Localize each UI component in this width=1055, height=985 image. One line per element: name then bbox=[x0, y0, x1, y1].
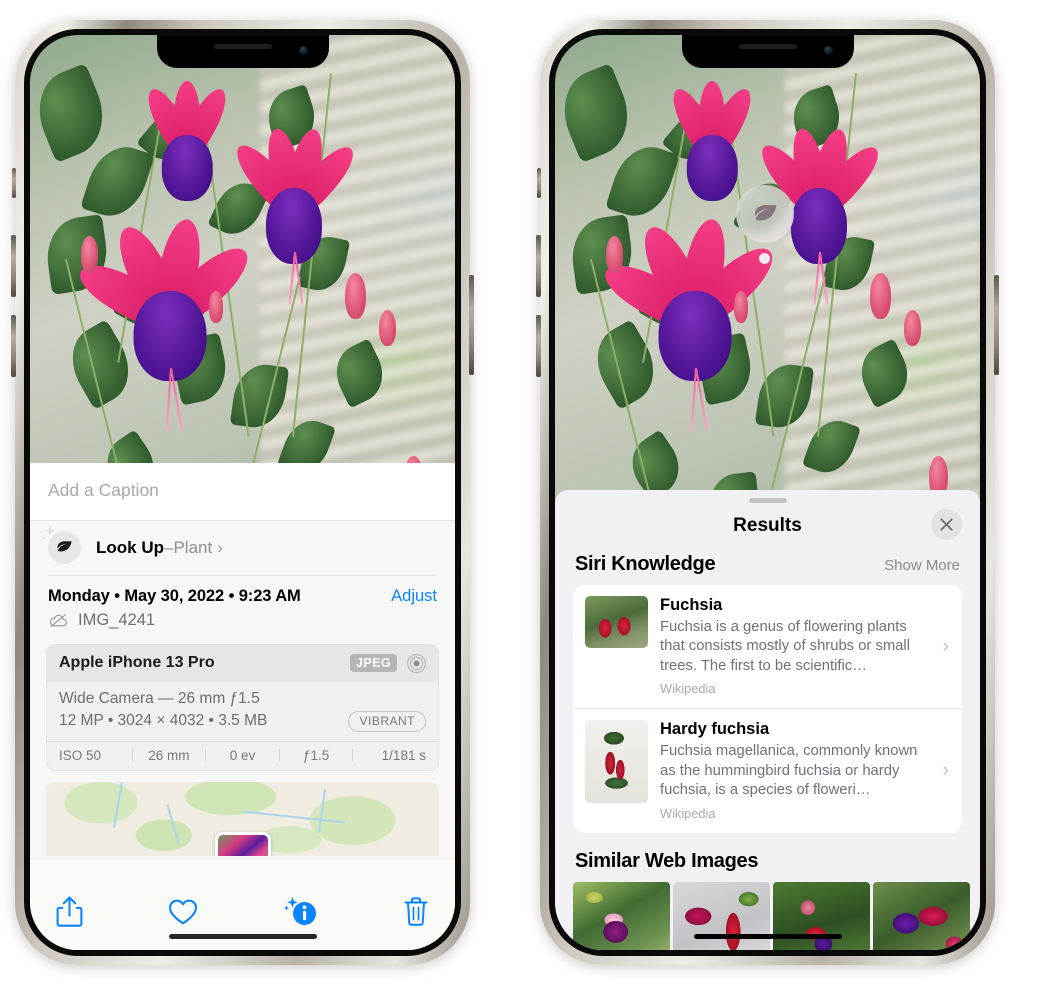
similar-web-images-strip[interactable] bbox=[555, 881, 980, 950]
device-notch bbox=[156, 35, 329, 68]
heart-icon bbox=[169, 899, 198, 924]
visual-look-up-badge[interactable] bbox=[736, 185, 794, 243]
knowledge-thumbnail bbox=[585, 596, 648, 648]
look-up-badge bbox=[41, 525, 81, 564]
look-up-title: Look Up bbox=[96, 537, 164, 557]
device-bezel: Results Siri Knowledge Show More Fuchsia… bbox=[549, 29, 986, 956]
info-sparkle-icon bbox=[283, 896, 316, 925]
icloud-slash-icon bbox=[49, 613, 67, 627]
exif-body: Wide Camera — 26 mm ƒ1.5 12 MP • 3024 × … bbox=[47, 682, 438, 741]
screenshot-stage: Add a Caption Look Up – Plant › Monday •… bbox=[0, 0, 1055, 985]
delete-button[interactable] bbox=[403, 896, 429, 927]
web-image-2[interactable] bbox=[673, 881, 770, 950]
siri-knowledge-card: Fuchsia Fuchsia is a genus of flowering … bbox=[573, 585, 962, 833]
results-title: Results bbox=[733, 515, 802, 536]
trash-icon bbox=[404, 897, 428, 926]
favorite-button[interactable] bbox=[168, 898, 198, 926]
look-up-subject: Plant bbox=[173, 537, 213, 557]
map-pin-thumbnail bbox=[217, 834, 268, 856]
camera-lens-icon bbox=[407, 653, 426, 673]
knowledge-source: Wikipedia bbox=[660, 681, 716, 697]
right-screen: Results Siri Knowledge Show More Fuchsia… bbox=[555, 35, 980, 950]
photo-info-sheet: Add a Caption Look Up – Plant › Monday •… bbox=[30, 463, 455, 950]
exif-card[interactable]: Apple iPhone 13 Pro JPEG Wide Camera — 2… bbox=[46, 643, 439, 771]
results-panel: Results Siri Knowledge Show More Fuchsia… bbox=[555, 490, 980, 950]
exif-settings-row: ISO 50 26 mm 0 ev ƒ1.5 1/181 s bbox=[47, 740, 438, 770]
format-badge: JPEG bbox=[350, 654, 397, 672]
chevron-right-icon: › bbox=[217, 537, 223, 557]
filename: IMG_4241 bbox=[78, 610, 156, 629]
results-header: Results bbox=[555, 503, 980, 551]
share-button[interactable] bbox=[56, 896, 83, 927]
image-size-info: 12 MP • 3024 × 4032 • 3.5 MB bbox=[59, 712, 268, 729]
leaf-icon bbox=[754, 204, 776, 221]
photographic-style-badge: VIBRANT bbox=[348, 710, 426, 732]
knowledge-title: Fuchsia bbox=[660, 596, 723, 614]
knowledge-row[interactable]: Fuchsia Fuchsia is a genus of flowering … bbox=[573, 585, 962, 708]
section-title-similar-web-images: Similar Web Images bbox=[575, 849, 759, 872]
metadata-block: Monday • May 30, 2022 • 9:23 AM Adjust I… bbox=[30, 576, 455, 640]
web-image-3[interactable] bbox=[773, 881, 870, 950]
photo-date: Monday • May 30, 2022 • 9:23 AM bbox=[48, 586, 301, 605]
sparkles-icon bbox=[41, 525, 56, 541]
left-screen: Add a Caption Look Up – Plant › Monday •… bbox=[30, 35, 455, 950]
volume-down-button[interactable] bbox=[11, 315, 16, 377]
exif-iso: ISO 50 bbox=[59, 747, 102, 763]
front-camera bbox=[298, 46, 308, 55]
iphone-left-device: Add a Caption Look Up – Plant › Monday •… bbox=[11, 20, 474, 965]
knowledge-thumbnail bbox=[585, 720, 648, 804]
mute-switch[interactable] bbox=[537, 168, 541, 198]
lens-info: Wide Camera — 26 mm ƒ1.5 bbox=[59, 689, 260, 707]
similar-web-images-header: Similar Web Images bbox=[555, 833, 980, 882]
chevron-right-icon: › bbox=[942, 635, 949, 657]
knowledge-row[interactable]: Hardy fuchsia Fuchsia magellanica, commo… bbox=[573, 708, 962, 832]
look-up-row[interactable]: Look Up – Plant › bbox=[30, 521, 455, 575]
look-up-dash: – bbox=[164, 537, 174, 557]
show-more-button[interactable]: Show More bbox=[884, 557, 960, 574]
mute-switch[interactable] bbox=[12, 168, 16, 198]
share-icon bbox=[56, 896, 83, 927]
power-button[interactable] bbox=[994, 275, 999, 375]
web-image-4[interactable] bbox=[873, 881, 970, 950]
close-x-icon bbox=[940, 518, 953, 531]
earpiece-speaker bbox=[213, 44, 272, 49]
knowledge-title: Hardy fuchsia bbox=[660, 720, 770, 739]
section-title-siri-knowledge: Siri Knowledge bbox=[575, 553, 716, 575]
visual-look-up-anchor-dot bbox=[759, 253, 770, 264]
web-image-1[interactable] bbox=[573, 881, 670, 950]
exif-focal-length: 26 mm bbox=[148, 747, 190, 763]
iphone-right-device: Results Siri Knowledge Show More Fuchsia… bbox=[536, 20, 999, 965]
exif-header: Apple iPhone 13 Pro JPEG bbox=[47, 644, 438, 682]
exif-shutter-speed: 1/181 s bbox=[381, 747, 426, 763]
volume-up-button[interactable] bbox=[536, 235, 541, 297]
knowledge-description: Fuchsia magellanica, commonly known as t… bbox=[660, 743, 918, 799]
info-button[interactable] bbox=[283, 896, 318, 928]
caption-input[interactable]: Add a Caption bbox=[48, 480, 437, 501]
location-map[interactable] bbox=[46, 781, 439, 856]
look-up-label: Look Up – Plant › bbox=[96, 538, 223, 558]
close-button[interactable] bbox=[931, 509, 962, 540]
power-button[interactable] bbox=[469, 275, 474, 375]
adjust-button[interactable]: Adjust bbox=[391, 587, 437, 606]
volume-down-button[interactable] bbox=[536, 315, 541, 377]
device-bezel: Add a Caption Look Up – Plant › Monday •… bbox=[24, 29, 461, 956]
earpiece-speaker bbox=[738, 44, 797, 49]
device-notch bbox=[681, 35, 854, 68]
front-camera bbox=[823, 46, 833, 55]
volume-up-button[interactable] bbox=[11, 235, 16, 297]
home-indicator[interactable] bbox=[693, 933, 842, 939]
home-indicator[interactable] bbox=[168, 933, 317, 939]
exif-aperture: ƒ1.5 bbox=[302, 747, 330, 763]
knowledge-description: Fuchsia is a genus of flowering plants t… bbox=[660, 618, 910, 674]
map-photo-pin[interactable] bbox=[214, 831, 271, 856]
siri-knowledge-header: Siri Knowledge Show More bbox=[555, 551, 980, 585]
chevron-right-icon: › bbox=[942, 760, 949, 782]
caption-field-row[interactable]: Add a Caption bbox=[30, 463, 455, 521]
knowledge-source: Wikipedia bbox=[660, 805, 716, 821]
camera-model: Apple iPhone 13 Pro bbox=[59, 654, 215, 671]
exif-exposure-bias: 0 ev bbox=[229, 747, 256, 763]
